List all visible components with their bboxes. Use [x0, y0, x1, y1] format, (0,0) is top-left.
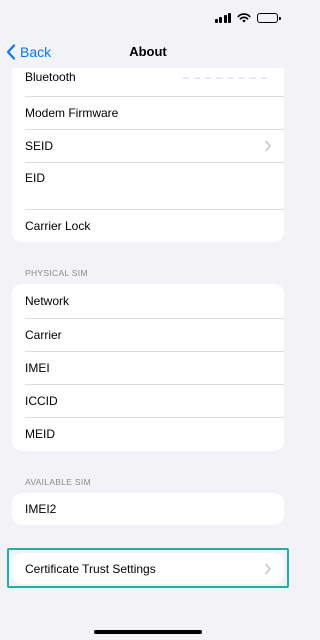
- screen: Back About Bluetooth – – – – – – – – Mod…: [0, 0, 296, 640]
- navigation-bar: Back About: [0, 36, 296, 68]
- list-item-meid[interactable]: MEID: [12, 417, 284, 450]
- meid-label: MEID: [25, 426, 55, 441]
- highlight-box: [7, 548, 289, 588]
- cellular-signal-icon: [214, 13, 231, 23]
- wifi-icon: [237, 13, 251, 23]
- chevron-right-icon: [265, 140, 271, 151]
- bluetooth-value: – – – – – – – –: [182, 72, 268, 84]
- list-item-seid[interactable]: SEID: [12, 129, 284, 162]
- available-sim-header: AVAILABLE SIM: [25, 477, 91, 487]
- carrier-label: Carrier: [25, 327, 62, 342]
- battery-icon: [257, 13, 281, 23]
- iccid-label: ICCID: [25, 393, 58, 408]
- list-item-bluetooth[interactable]: Bluetooth – – – – – – – –: [12, 68, 284, 96]
- list-item-imei[interactable]: IMEI: [12, 351, 284, 384]
- carrier-lock-label: Carrier Lock: [25, 218, 91, 233]
- list-item-imei2[interactable]: IMEI2: [12, 493, 284, 525]
- physical-sim-header: PHYSICAL SIM: [25, 268, 88, 278]
- status-icons: [214, 13, 281, 23]
- home-indicator: [94, 630, 202, 634]
- list-item-iccid[interactable]: ICCID: [12, 384, 284, 417]
- list-item-carrier[interactable]: Carrier: [12, 318, 284, 351]
- eid-label: EID: [25, 171, 46, 185]
- about-info-group: Bluetooth – – – – – – – – Modem Firmware…: [12, 68, 284, 242]
- list-item-carrier-lock[interactable]: Carrier Lock: [12, 209, 284, 242]
- list-item-eid[interactable]: EID: [12, 162, 284, 209]
- imei-label: IMEI: [25, 360, 50, 375]
- bluetooth-label: Bluetooth: [25, 70, 76, 84]
- page-title: About: [129, 44, 167, 59]
- list-item-modem-firmware[interactable]: Modem Firmware: [12, 96, 284, 129]
- status-bar: [0, 0, 296, 36]
- physical-sim-group: Network Carrier IMEI ICCID MEID: [12, 284, 284, 451]
- imei2-label: IMEI2: [25, 502, 57, 516]
- list-item-network[interactable]: Network: [12, 284, 284, 318]
- network-label: Network: [25, 294, 70, 308]
- modem-firmware-label: Modem Firmware: [25, 105, 119, 120]
- seid-label: SEID: [25, 138, 54, 153]
- available-sim-group: IMEI2: [12, 493, 284, 525]
